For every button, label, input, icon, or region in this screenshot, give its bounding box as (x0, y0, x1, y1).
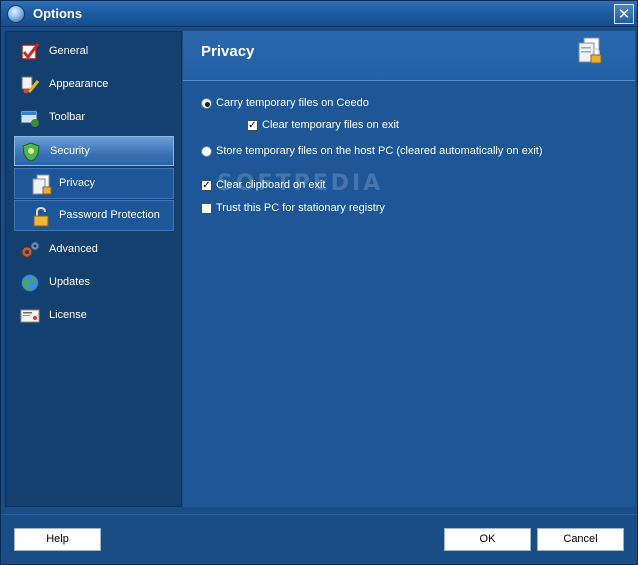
padlock-icon (33, 206, 49, 227)
window-title: Options (33, 6, 83, 21)
sidebar-item-advanced[interactable]: Advanced (14, 235, 174, 265)
app-globe-icon (7, 5, 25, 23)
cancel-button[interactable]: Cancel (537, 528, 624, 551)
sidebar-item-label: General (49, 45, 89, 57)
toolbar-screen-icon (20, 110, 39, 127)
option-label: Carry temporary files on Ceedo (216, 97, 369, 109)
sidebar-item-toolbar[interactable]: Toolbar (14, 103, 174, 133)
sidebar-subitem-privacy[interactable]: Privacy (14, 168, 174, 199)
sidebar-item-appearance[interactable]: Appearance (14, 70, 174, 100)
sidebar-item-label: Advanced (49, 243, 98, 255)
carry-temp-files-radio[interactable] (201, 98, 212, 109)
option-label: Store temporary files on the host PC (cl… (216, 145, 543, 157)
sidebar-item-general[interactable]: General (14, 37, 174, 67)
options-window: Options ✕ General Appearance Toolbar Sec… (0, 0, 638, 565)
clear-temp-files-checkbox[interactable]: ✓ (247, 120, 258, 131)
general-checkmark-icon (21, 43, 40, 60)
sidebar-item-license[interactable]: License (14, 301, 174, 331)
advanced-gears-icon (21, 241, 40, 258)
sidebar-item-updates[interactable]: Updates (14, 268, 174, 298)
store-host-pc-radio[interactable] (201, 146, 212, 157)
sidebar-item-label: License (49, 309, 87, 321)
close-icon: ✕ (617, 5, 631, 23)
privacy-documents-icon (32, 174, 52, 195)
clear-clipboard-checkbox[interactable]: ✓ (201, 180, 212, 191)
sidebar-item-label: Updates (49, 276, 90, 288)
panel-header: Privacy (183, 31, 635, 81)
ok-button[interactable]: OK (444, 528, 531, 551)
help-button[interactable]: Help (14, 528, 101, 551)
privacy-documents-icon (578, 37, 602, 64)
sidebar-item-label: Appearance (49, 78, 109, 90)
main-panel: Privacy Carry temporary files on Ceedo ✓… (183, 31, 635, 507)
option-label: Clear temporary files on exit (262, 119, 399, 131)
appearance-brush-icon (21, 76, 40, 94)
sidebar-item-label: Toolbar (49, 111, 86, 123)
footer-divider (1, 514, 637, 515)
updates-globe-icon (21, 274, 39, 292)
trust-pc-checkbox[interactable] (201, 203, 212, 214)
sidebar-item-label: Password Protection (59, 209, 160, 221)
option-label: Trust this PC for stationary registry (216, 202, 385, 214)
softpedia-watermark: SOFTPEDIA (217, 171, 384, 196)
license-certificate-icon (20, 309, 40, 323)
sidebar-subitem-password-protection[interactable]: Password Protection (14, 200, 174, 231)
security-shield-icon (22, 142, 40, 162)
page-title: Privacy (201, 43, 255, 60)
sidebar: General Appearance Toolbar Security Priv… (5, 31, 182, 507)
sidebar-item-security[interactable]: Security (14, 136, 174, 166)
title-bar[interactable]: Options ✕ (1, 1, 637, 27)
close-button[interactable]: ✕ (614, 4, 634, 24)
sidebar-item-label: Privacy (59, 177, 96, 189)
sidebar-item-label: Security (50, 145, 90, 157)
